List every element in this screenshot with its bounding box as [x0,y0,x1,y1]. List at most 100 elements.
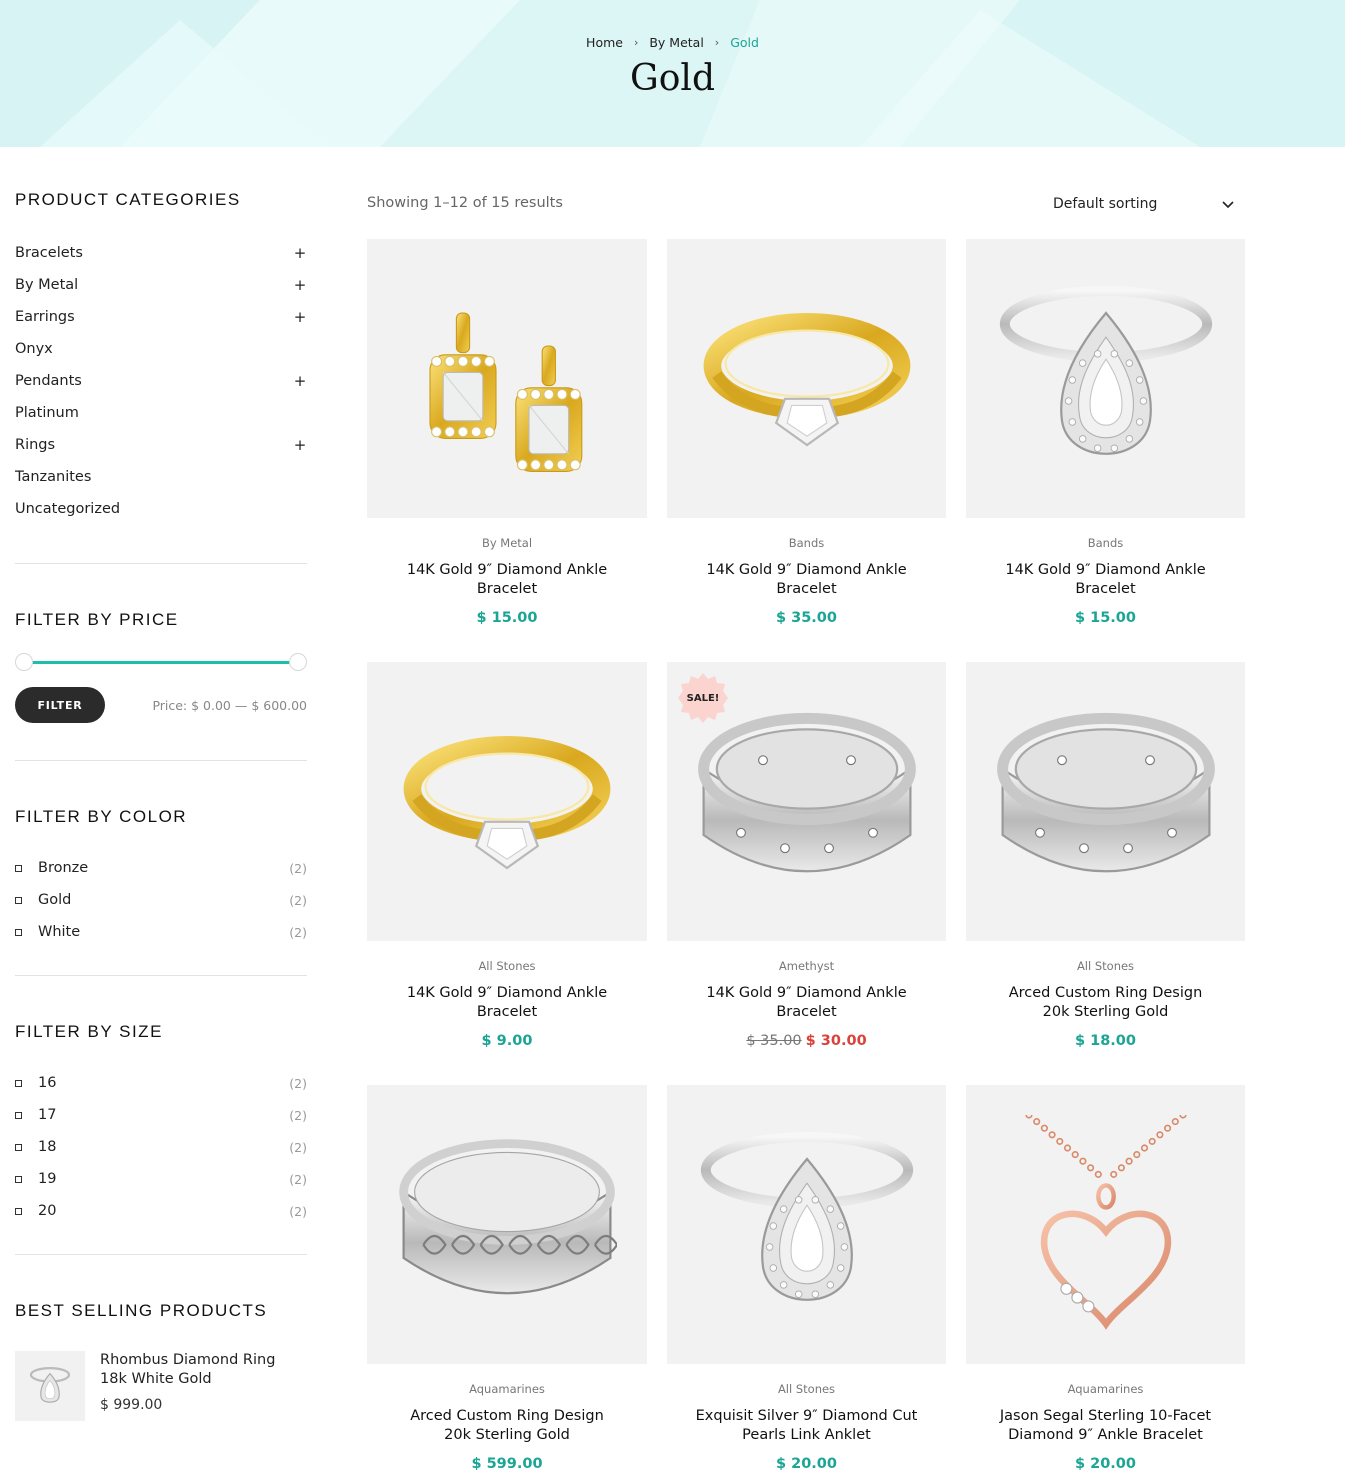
product-name[interactable]: 14K Gold 9″ Diamond Ankle Bracelet [667,561,946,599]
filter-option-label[interactable]: 16 [38,1075,289,1091]
price-range-slider[interactable] [15,652,307,672]
filter-option-label[interactable]: 20 [38,1203,289,1219]
product-name[interactable]: Exquisit Silver 9″ Diamond Cut Pearls Li… [667,1407,946,1445]
category-label[interactable]: Bracelets [15,245,83,261]
filter-option-label[interactable]: 18 [38,1139,289,1155]
expand-plus-icon[interactable]: + [293,276,307,294]
filter-option-label[interactable]: Bronze [38,860,289,876]
filter-button[interactable]: FILTER [15,687,105,723]
breadcrumb: Home › By Metal › Gold [0,34,1345,50]
product-card[interactable]: By Metal 14K Gold 9″ Diamond Ankle Bracel… [367,239,647,626]
category-label[interactable]: Pendants [15,373,82,389]
product-name[interactable]: Jason Segal Sterling 10-Facet Diamond 9″… [966,1407,1245,1445]
filter-option-label[interactable]: Gold [38,892,289,908]
size-filter-item[interactable]: 17 (2) [15,1099,307,1131]
product-card[interactable]: SALE! Amethyst 14K Gold 9″ Diamond Ankle B… [667,662,946,1049]
product-image[interactable] [367,239,647,518]
product-image[interactable]: SALE! [667,662,946,941]
product-category[interactable]: Bands [667,536,946,550]
product-image[interactable] [966,239,1245,518]
product-image[interactable] [667,239,946,518]
filter-option-label[interactable]: 19 [38,1171,289,1187]
product-category[interactable]: All Stones [667,1382,946,1396]
product-name[interactable]: 14K Gold 9″ Diamond Ankle Bracelet [667,984,946,1022]
product-thumbnail[interactable] [15,1351,85,1421]
product-card[interactable]: All Stones Exquisit Silver 9″ Diamond Cut… [667,1085,946,1472]
product-card[interactable]: Aquamarines Jason Segal Sterling 10-Facet… [966,1085,1245,1472]
product-image[interactable] [367,1085,647,1364]
product-category[interactable]: Aquamarines [367,1382,647,1396]
expand-plus-icon[interactable]: + [293,308,307,326]
expand-plus-icon[interactable]: + [293,372,307,390]
color-filter-item[interactable]: White (2) [15,916,307,948]
product-category[interactable]: Aquamarines [966,1382,1245,1396]
expand-plus-icon[interactable]: + [293,244,307,262]
checkbox-square-icon[interactable] [15,864,22,872]
product-card[interactable]: Bands 14K Gold 9″ Diamond Ankle Bracelet $… [667,239,946,626]
product-card[interactable]: All Stones 14K Gold 9″ Diamond Ankle Brac… [367,662,647,1049]
product-image[interactable] [966,1085,1245,1364]
category-label[interactable]: Platinum [15,405,79,421]
product-image[interactable] [667,1085,946,1364]
filter-option-label[interactable]: 17 [38,1107,289,1123]
checkbox-square-icon[interactable] [15,1207,22,1215]
category-label[interactable]: Earrings [15,309,75,325]
checkbox-square-icon[interactable] [15,928,22,936]
category-label[interactable]: Rings [15,437,55,453]
color-filter-item[interactable]: Bronze (2) [15,852,307,884]
size-filter-item[interactable]: 16 (2) [15,1067,307,1099]
category-label[interactable]: Uncategorized [15,501,120,517]
size-filter-item[interactable]: 19 (2) [15,1163,307,1195]
product-image[interactable] [966,662,1245,941]
size-filter-item[interactable]: 18 (2) [15,1131,307,1163]
best-selling-item[interactable]: Rhombus Diamond Ring 18k White Gold $ 99… [15,1351,307,1421]
widget-title: FILTER BY COLOR [15,807,188,826]
product-name[interactable]: Arced Custom Ring Design 20k Sterling Go… [367,1407,647,1445]
category-item[interactable]: By Metal + [15,269,307,301]
product-card[interactable]: Bands 14K Gold 9″ Diamond Ankle Bracelet $… [966,239,1245,626]
category-label[interactable]: By Metal [15,277,78,293]
product-category[interactable]: All Stones [966,959,1245,973]
breadcrumb-parent-link[interactable]: By Metal [649,35,703,50]
category-label[interactable]: Onyx [15,341,53,357]
checkbox-square-icon[interactable] [15,896,22,904]
best-selling-product-name[interactable]: Rhombus Diamond Ring 18k White Gold [100,1351,290,1389]
color-filter-item[interactable]: Gold (2) [15,884,307,916]
product-name[interactable]: Arced Custom Ring Design 20k Sterling Go… [966,984,1245,1022]
category-item[interactable]: Tanzanites [15,461,307,493]
color-filter-list: Bronze (2) Gold (2) White (2) [15,852,307,948]
category-list: Bracelets + By Metal + Earrings + Onyx Pendants… [15,237,307,525]
category-item[interactable]: Uncategorized [15,493,307,525]
size-filter-item[interactable]: 20 (2) [15,1195,307,1227]
product-category[interactable]: By Metal [367,536,647,550]
product-name[interactable]: 14K Gold 9″ Diamond Ankle Bracelet [367,984,647,1022]
product-image[interactable] [367,662,647,941]
product-name[interactable]: 14K Gold 9″ Diamond Ankle Bracelet [966,561,1245,599]
slider-max-handle[interactable] [289,653,307,671]
checkbox-square-icon[interactable] [15,1111,22,1119]
category-item[interactable]: Pendants + [15,365,307,397]
product-name[interactable]: 14K Gold 9″ Diamond Ankle Bracelet [367,561,647,599]
filter-option-label[interactable]: White [38,924,289,940]
breadcrumb-home-link[interactable]: Home [586,35,623,50]
checkbox-square-icon[interactable] [15,1175,22,1183]
category-item[interactable]: Onyx [15,333,307,365]
expand-plus-icon[interactable]: + [293,436,307,454]
slider-min-handle[interactable] [15,653,33,671]
category-item[interactable]: Bracelets + [15,237,307,269]
category-item[interactable]: Rings + [15,429,307,461]
product-card[interactable]: Aquamarines Arced Custom Ring Design 20k … [367,1085,647,1472]
category-item[interactable]: Platinum [15,397,307,429]
sorting-select[interactable]: Default sorting [1045,195,1245,217]
product-category[interactable]: Amethyst [667,959,946,973]
silver-pear-ring-icon [700,1131,913,1301]
product-card[interactable]: All Stones Arced Custom Ring Design 20k S… [966,662,1245,1049]
checkbox-square-icon[interactable] [15,1143,22,1151]
checkbox-square-icon[interactable] [15,1079,22,1087]
category-label[interactable]: Tanzanites [15,469,91,485]
product-category[interactable]: All Stones [367,959,647,973]
product-category[interactable]: Bands [966,536,1245,550]
category-item[interactable]: Earrings + [15,301,307,333]
divider [15,975,307,976]
gold-ring-icon [403,735,611,869]
